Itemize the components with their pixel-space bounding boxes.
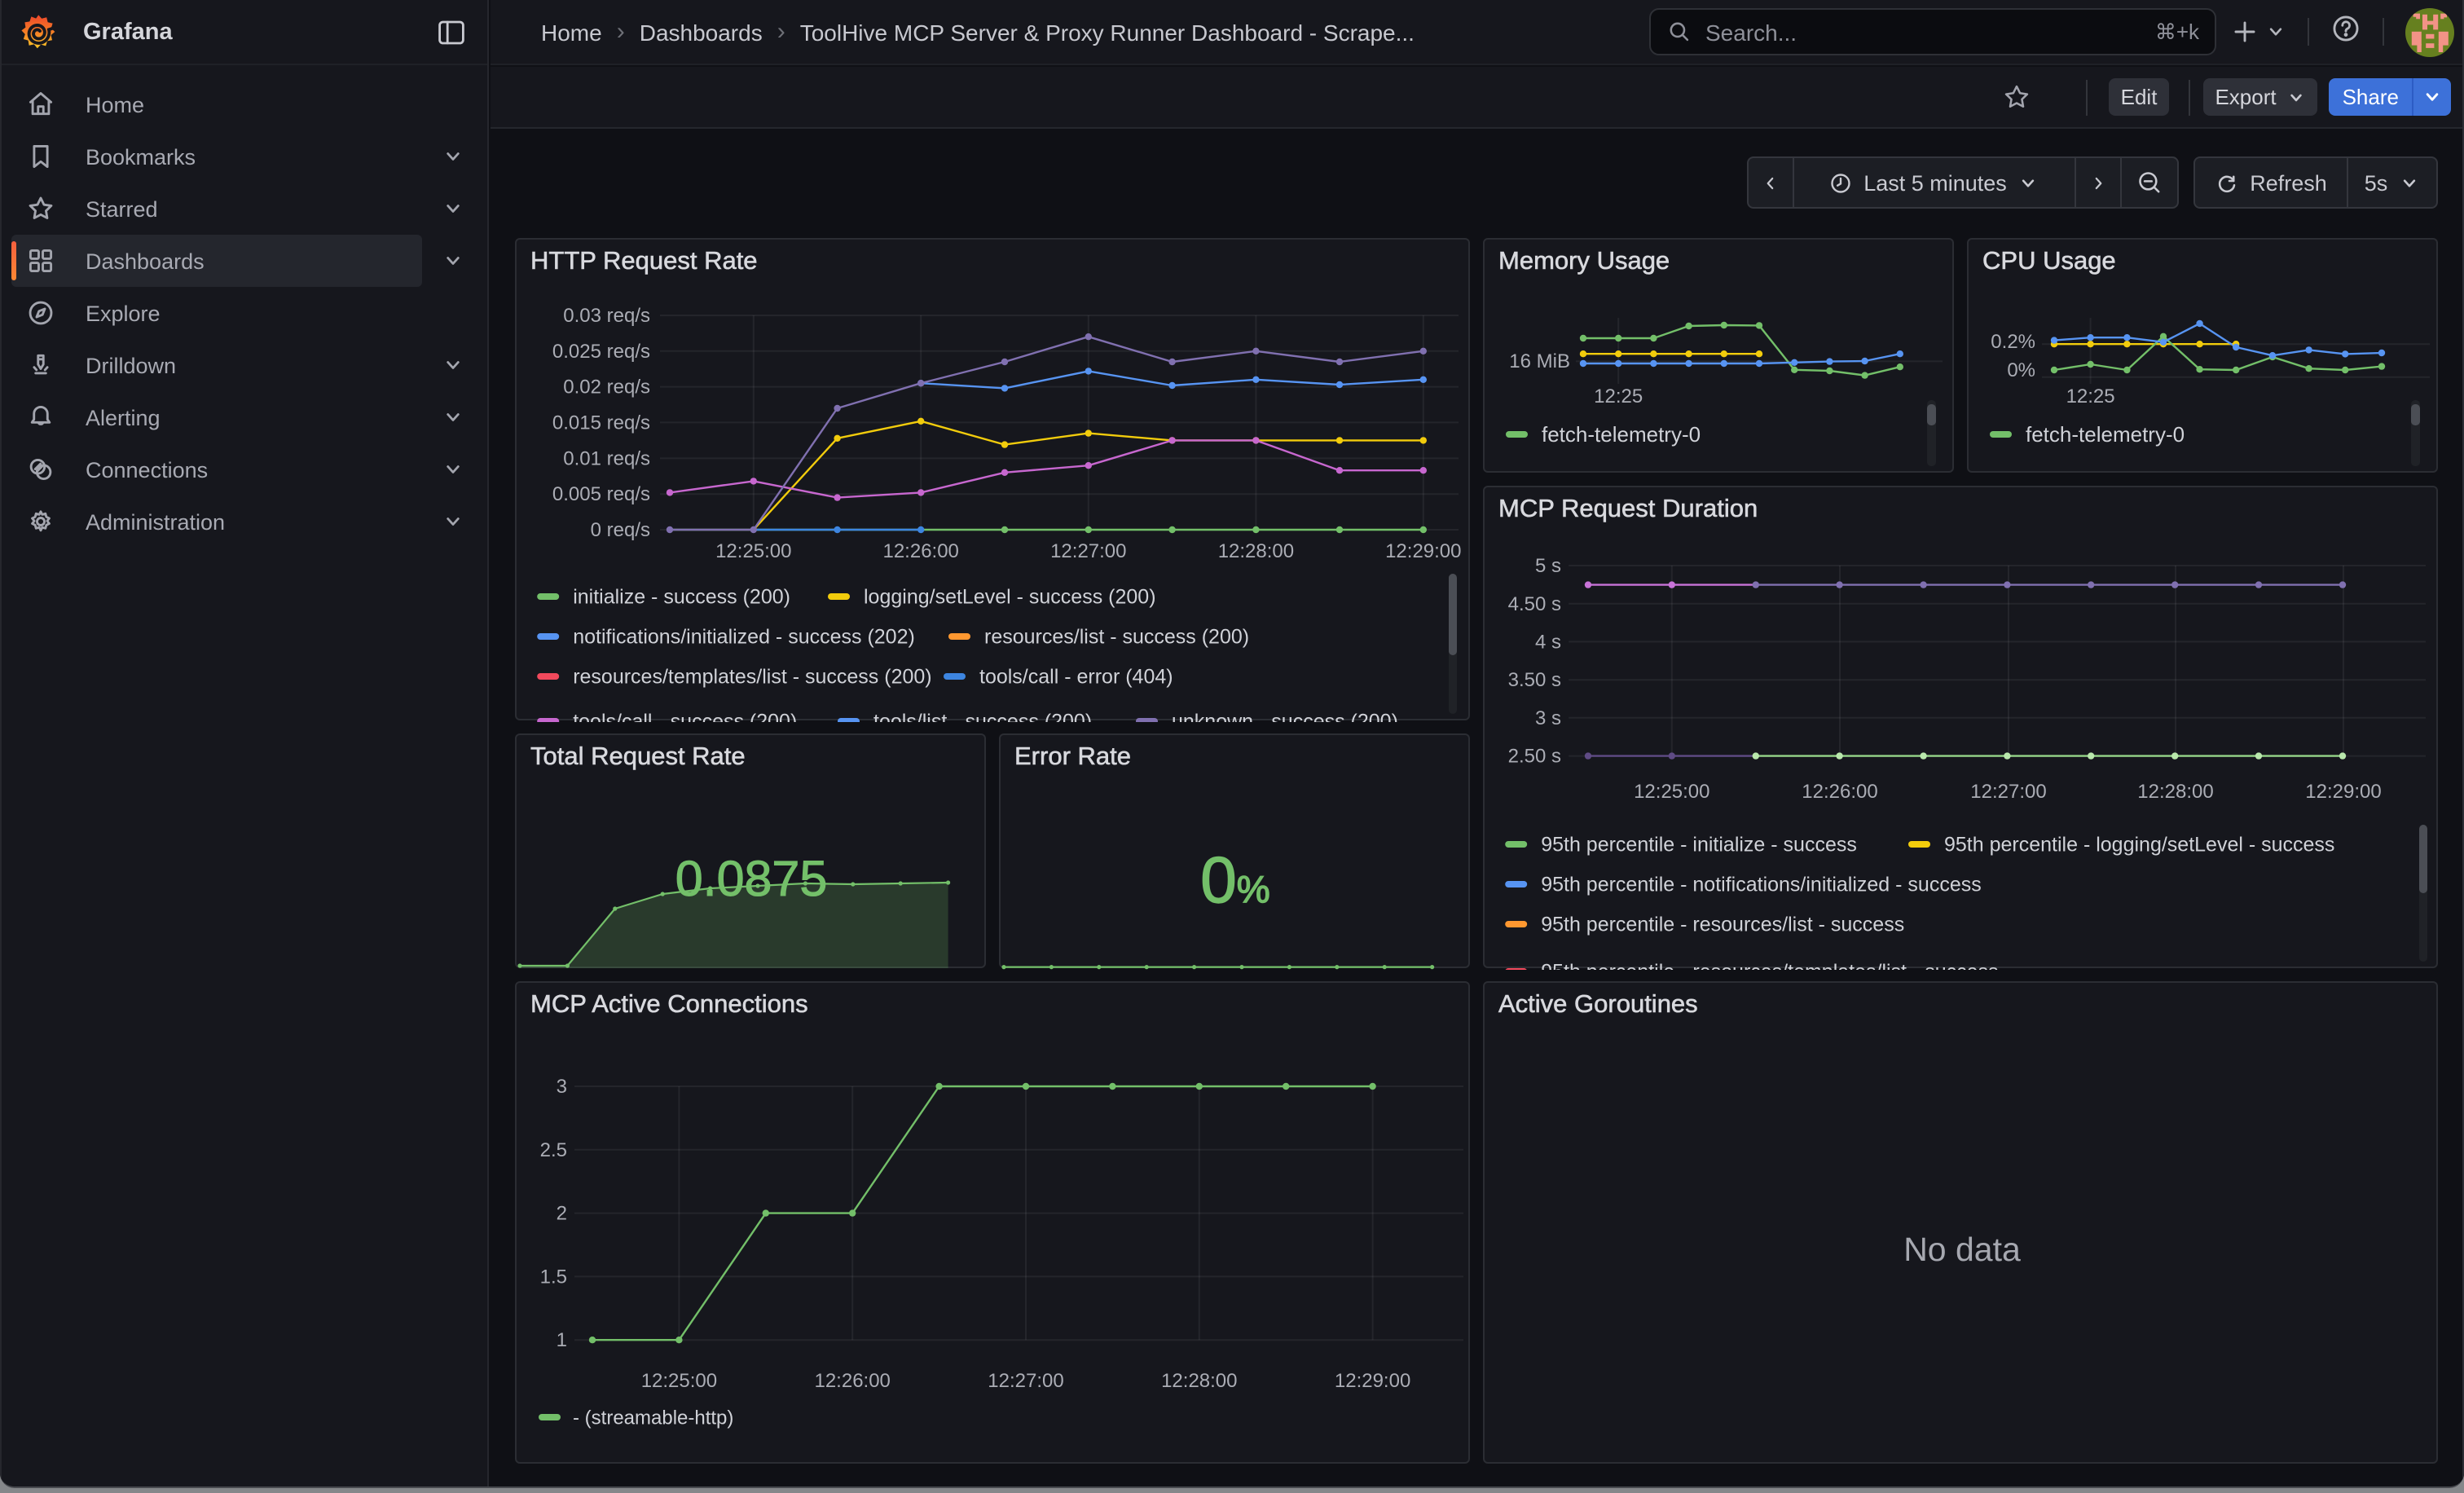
svg-text:2: 2 (557, 1202, 567, 1224)
svg-text:resources/templates/list - suc: resources/templates/list - success (200) (573, 665, 931, 688)
svg-text:0.2%: 0.2% (1991, 330, 2035, 352)
svg-text:2.5: 2.5 (540, 1138, 567, 1160)
svg-text:12:28:00: 12:28:00 (2137, 780, 2213, 802)
svg-text:12:26:00: 12:26:00 (814, 1369, 890, 1391)
svg-text:12:26:00: 12:26:00 (882, 540, 958, 562)
svg-text:95th percentile - initialize -: 95th percentile - initialize - success (1541, 833, 1857, 856)
svg-text:fetch-telemetry-0: fetch-telemetry-0 (1542, 421, 1701, 446)
svg-text:2.50 s: 2.50 s (1508, 745, 1561, 767)
svg-text:fetch-telemetry-0: fetch-telemetry-0 (2026, 421, 2185, 446)
svg-text:tools/call - error (404): tools/call - error (404) (979, 665, 1173, 688)
svg-text:12:25: 12:25 (2066, 385, 2115, 407)
svg-text:3: 3 (557, 1075, 567, 1097)
svg-text:5 s: 5 s (1535, 554, 1561, 576)
svg-text:12:29:00: 12:29:00 (1335, 1369, 1410, 1391)
svg-text:0 req/s: 0 req/s (591, 518, 650, 540)
svg-text:0.015 req/s: 0.015 req/s (552, 411, 650, 433)
svg-text:4.50 s: 4.50 s (1508, 592, 1561, 614)
svg-text:notifications/initialized - su: notifications/initialized - success (202… (573, 625, 915, 648)
svg-text:95th percentile - resources/te: 95th percentile - resources/templates/li… (1541, 960, 1998, 969)
svg-text:unknown - success (200): unknown - success (200) (1172, 710, 1398, 721)
svg-text:- (streamable-http): - (streamable-http) (573, 1406, 733, 1428)
svg-text:initialize - success (200): initialize - success (200) (573, 585, 790, 608)
svg-text:3 s: 3 s (1535, 707, 1561, 729)
svg-text:3.50 s: 3.50 s (1508, 668, 1561, 690)
svg-text:0.01 req/s: 0.01 req/s (563, 447, 650, 469)
svg-text:12:27:00: 12:27:00 (1970, 780, 2046, 802)
svg-text:tools/list - success (200): tools/list - success (200) (873, 710, 1092, 721)
svg-text:0.02 req/s: 0.02 req/s (563, 376, 650, 398)
svg-text:0%: 0% (2007, 359, 2035, 381)
svg-text:12:28:00: 12:28:00 (1161, 1369, 1237, 1391)
svg-text:resources/list - success (200): resources/list - success (200) (984, 625, 1249, 648)
svg-text:12:25:00: 12:25:00 (715, 540, 791, 562)
svg-text:0.0875: 0.0875 (675, 850, 828, 905)
svg-text:12:25:00: 12:25:00 (641, 1369, 717, 1391)
svg-text:95th percentile - resources/li: 95th percentile - resources/list - succe… (1541, 913, 1904, 936)
svg-text:logging/setLevel - success (20: logging/setLevel - success (200) (864, 585, 1156, 608)
svg-text:12:29:00: 12:29:00 (1385, 540, 1461, 562)
svg-text:12:25:00: 12:25:00 (1634, 780, 1709, 802)
svg-text:12:28:00: 12:28:00 (1218, 540, 1294, 562)
svg-text:12:26:00: 12:26:00 (1802, 780, 1877, 802)
svg-text:0.03 req/s: 0.03 req/s (563, 304, 650, 326)
svg-text:12:27:00: 12:27:00 (1050, 540, 1126, 562)
svg-text:0.025 req/s: 0.025 req/s (552, 340, 650, 362)
svg-text:12:27:00: 12:27:00 (988, 1369, 1063, 1391)
svg-text:4 s: 4 s (1535, 630, 1561, 652)
svg-text:1.5: 1.5 (540, 1265, 567, 1287)
svg-text:tools/call - success (200): tools/call - success (200) (573, 710, 797, 721)
svg-text:16 MiB: 16 MiB (1509, 350, 1570, 372)
svg-text:0%: 0% (1200, 843, 1269, 915)
svg-text:No data: No data (1903, 1230, 2021, 1267)
svg-text:95th percentile - logging/setL: 95th percentile - logging/setLevel - suc… (1944, 833, 2334, 856)
svg-text:12:29:00: 12:29:00 (2305, 780, 2381, 802)
svg-text:0.005 req/s: 0.005 req/s (552, 482, 650, 504)
svg-text:1: 1 (557, 1328, 567, 1350)
svg-text:95th percentile - notification: 95th percentile - notifications/initiali… (1541, 873, 1982, 896)
svg-text:12:25: 12:25 (1594, 385, 1643, 407)
